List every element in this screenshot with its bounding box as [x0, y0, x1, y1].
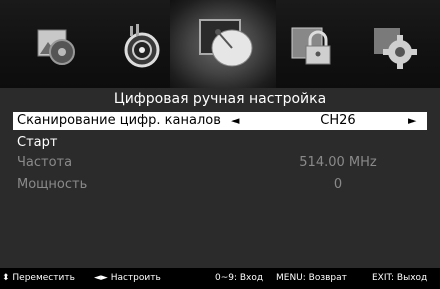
power-value: 0: [333, 177, 343, 192]
help-back: MENU: Возврат: [276, 273, 347, 283]
power-row: Мощность 0: [13, 176, 427, 194]
power-label: Мощность: [17, 177, 88, 192]
start-row[interactable]: Старт: [13, 134, 427, 152]
help-exit: EXIT: Выход: [372, 273, 428, 283]
channel-value: CH26: [320, 113, 356, 128]
frequency-label: Частота: [17, 155, 73, 170]
satellite-dish-icon[interactable]: [196, 14, 256, 74]
help-adjust: ◄► Настроить: [94, 273, 161, 283]
gear-settings-icon[interactable]: [368, 20, 420, 72]
scan-channel-row[interactable]: Сканирование цифр. каналов ◄ CH26 ►: [13, 112, 427, 130]
picture-icon[interactable]: [32, 20, 84, 72]
help-move: ⬍ Переместить: [2, 273, 75, 283]
tv-osd-screen: Цифровая ручная настройка Сканирование ц…: [0, 0, 440, 289]
help-bar: ⬍ Переместить ◄► Настроить 0~9: Вход MEN…: [0, 268, 440, 289]
scan-channel-label: Сканирование цифр. каналов: [17, 113, 221, 128]
right-arrow-icon[interactable]: ►: [408, 112, 416, 130]
frequency-row: Частота 514.00 MHz: [13, 154, 427, 172]
start-label: Старт: [17, 135, 58, 150]
left-arrow-icon[interactable]: ◄: [231, 112, 239, 130]
lock-icon[interactable]: [286, 20, 338, 72]
help-enter: 0~9: Вход: [215, 273, 264, 283]
menu-title: Цифровая ручная настройка: [113, 91, 327, 107]
audio-speaker-icon[interactable]: [116, 20, 168, 72]
frequency-value: 514.00 MHz: [299, 155, 377, 170]
